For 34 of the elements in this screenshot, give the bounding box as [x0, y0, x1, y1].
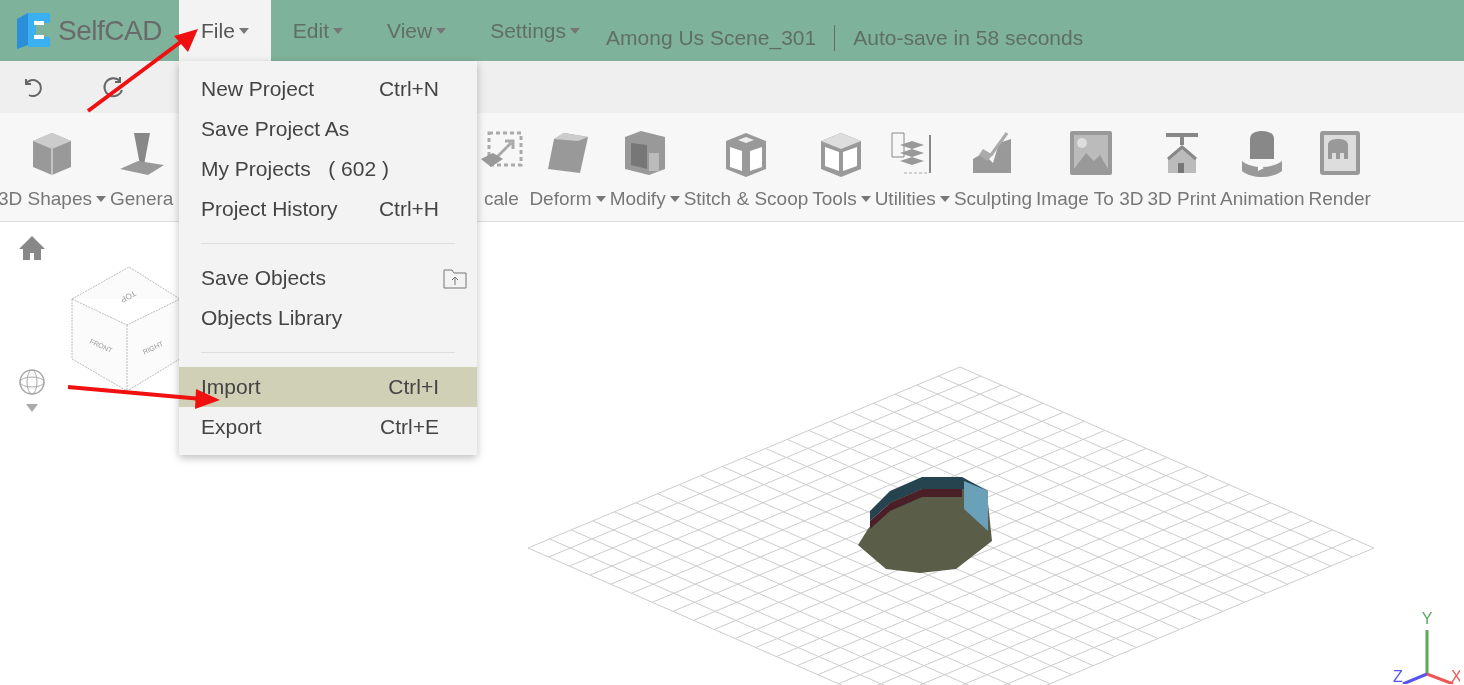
menu-item[interactable]: My Projects ( 602 ) — [179, 149, 477, 189]
menu-item[interactable]: Project History Ctrl+H — [179, 189, 477, 229]
toolbar-button[interactable]: Sculpting — [951, 128, 1035, 213]
menu-item[interactable]: New Project Ctrl+N — [179, 69, 477, 109]
menu-item[interactable]: Objects Library — [179, 298, 477, 338]
caret-icon — [436, 27, 447, 34]
logo-text: SelfCAD — [58, 13, 162, 48]
toolbar-button[interactable]: Image To 3D — [1034, 128, 1146, 213]
menu-tab[interactable]: File — [179, 0, 271, 61]
toolbar-button[interactable]: Modify — [607, 128, 682, 213]
toolbar-button[interactable]: Render — [1306, 128, 1373, 213]
menu-tab[interactable]: View — [365, 0, 469, 61]
menu-item[interactable]: Import Ctrl+I — [179, 367, 477, 407]
project-title: Among Us Scene_301 — [606, 24, 817, 52]
toolbar-button[interactable]: Genera — [108, 128, 176, 213]
autosave-status: Auto-save in 58 seconds — [853, 24, 1084, 51]
toolbar-button[interactable]: Tools — [810, 128, 873, 213]
toolbar-button[interactable]: cale — [475, 128, 528, 213]
toolbar-button[interactable]: 3D Print — [1145, 128, 1219, 213]
caret-icon — [238, 27, 249, 34]
menu-tab[interactable]: Edit — [270, 0, 366, 61]
menu-item[interactable]: Export Ctrl+E — [179, 407, 477, 447]
toolbar-button[interactable]: Stitch & Scoop — [681, 128, 811, 213]
toolbar-button[interactable]: Deform — [527, 128, 608, 213]
menu-item[interactable]: Save Objects — [179, 258, 477, 298]
caret-icon — [570, 27, 581, 34]
home-icon[interactable] — [18, 235, 46, 261]
toolbar-button[interactable]: Utilities — [872, 128, 952, 213]
folder-icon — [443, 267, 467, 289]
caret-icon — [333, 27, 344, 34]
redo-icon[interactable] — [100, 75, 126, 99]
menu-tab[interactable]: Settings — [468, 0, 603, 61]
menu-item[interactable]: Save Project As — [179, 109, 477, 149]
toolbar-button[interactable]: Animation — [1218, 128, 1307, 213]
